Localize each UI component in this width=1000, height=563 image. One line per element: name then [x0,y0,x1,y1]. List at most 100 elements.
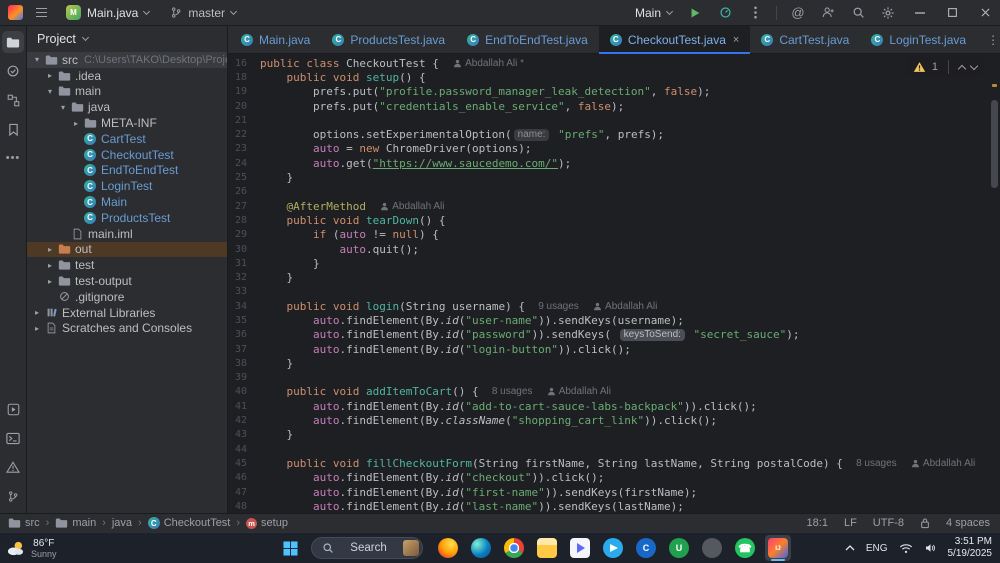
taskbar-app-chrome[interactable] [501,535,527,561]
tree-item-test[interactable]: ▸ test [27,257,227,273]
tree-item-main[interactable]: ▾ main [27,84,227,100]
start-button[interactable] [277,535,303,561]
tree-item-test-output[interactable]: ▸ test-output [27,273,227,289]
code-line[interactable]: 32 } [228,270,1000,284]
line-number[interactable]: 32 [228,272,260,283]
chevron-down-icon[interactable]: ▾ [57,103,69,112]
services-tool-icon[interactable] [2,398,24,420]
taskbar-app-intellij[interactable]: IJ [765,535,791,561]
weather-widget[interactable]: 86°F Sunny [6,535,57,562]
taskbar-app-c-app[interactable]: C [633,535,659,561]
chevron-right-icon[interactable]: ▸ [70,119,82,128]
code-line[interactable]: 33 [228,285,1000,299]
code-line[interactable]: 19 prefs.put("profile.password_manager_l… [228,85,1000,99]
tree-item-main-iml[interactable]: main.iml [27,226,227,242]
code-line[interactable]: 35 auto .findElement(By. id("user-name")).… [228,313,1000,327]
project-panel-header[interactable]: Project [27,26,227,52]
breadcrumb-checkouttest[interactable]: C CheckoutTest [147,517,230,529]
tree-item-main[interactable]: C Main [27,194,227,210]
tree-item-checkouttest[interactable]: C CheckoutTest [27,147,227,163]
code-line[interactable]: 18 public void setup() { [228,70,1000,84]
chevron-right-icon[interactable]: ▸ [31,308,43,317]
tab-carttest-java[interactable]: C CartTest.java [750,26,860,53]
code-line[interactable]: 36 auto .findElement(By. id("password")).s… [228,328,1000,342]
line-number[interactable]: 33 [228,286,260,297]
tree-item-endtoendtest[interactable]: C EndToEndTest [27,163,227,179]
breadcrumb-java[interactable]: java [112,517,132,529]
previous-problem-icon[interactable] [957,64,967,73]
version-control-tool-icon[interactable] [2,485,24,507]
line-number[interactable]: 43 [228,429,260,440]
code-line[interactable]: 26 [228,185,1000,199]
taskbar-app-u-app[interactable]: U [666,535,692,561]
line-separator[interactable]: LF [844,517,857,529]
code-line[interactable]: 45 public void fillCheckoutForm (String f… [228,456,1000,470]
code-line[interactable]: 16 public class CheckoutTest { Abdallah A… [228,56,1000,70]
hidden-icons-chevron-icon[interactable] [845,545,855,551]
code-line[interactable]: 38 } [228,356,1000,370]
project-widget[interactable]: M Main.java [60,2,155,23]
breadcrumb-main[interactable]: main [55,517,96,529]
line-number[interactable]: 35 [228,315,260,326]
line-number[interactable]: 34 [228,301,260,312]
code-line[interactable]: 39 [228,371,1000,385]
line-number[interactable]: 47 [228,487,260,498]
code-line[interactable]: 46 auto .findElement(By. id("checkout")).c… [228,471,1000,485]
structure-tool-icon[interactable] [2,89,24,111]
tree-item-meta-inf[interactable]: ▸ META-INF [27,115,227,131]
code-line[interactable]: 31 } [228,256,1000,270]
main-menu-button[interactable] [32,4,51,22]
line-number[interactable]: 44 [228,444,260,455]
settings-icon[interactable] [875,1,901,25]
line-number[interactable]: 37 [228,344,260,355]
indent-setting[interactable]: 4 spaces [946,517,990,529]
breadcrumb-src[interactable]: src [8,517,40,529]
close-button[interactable] [971,0,1000,26]
chevron-right-icon[interactable]: ▸ [44,245,56,254]
chevron-down-icon[interactable]: ▾ [31,55,43,64]
tree-item-java[interactable]: ▾ java [27,99,227,115]
taskbar-clock[interactable]: 3:51 PM 5/19/2025 [948,536,993,560]
chevron-right-icon[interactable]: ▸ [31,324,43,333]
tree-item-out[interactable]: ▸ out [27,241,227,258]
code-line[interactable]: 48 auto .findElement(By. id("last-name")).… [228,499,1000,513]
code-line[interactable]: 29 if (auto != null) { [228,228,1000,242]
branch-widget[interactable]: master [164,3,242,23]
tree-item-external-libraries[interactable]: ▸ External Libraries [27,305,227,321]
tree-item-logintest[interactable]: C LoginTest [27,178,227,194]
code-line[interactable]: 47 auto .findElement(By. id("first-name"))… [228,485,1000,499]
chevron-down-icon[interactable]: ▾ [44,87,56,96]
code-line[interactable]: 23 auto = new ChromeDriver(options); [228,142,1000,156]
taskbar-app-explorer[interactable] [534,535,560,561]
line-number[interactable]: 45 [228,458,260,469]
language-indicator[interactable]: ENG [866,543,888,554]
taskbar-app-gimp[interactable] [699,535,725,561]
line-number[interactable]: 40 [228,386,260,397]
chevron-right-icon[interactable]: ▸ [44,71,56,80]
maximize-button[interactable] [938,0,967,26]
taskbar-app-telegram[interactable] [600,535,626,561]
line-number[interactable]: 24 [228,158,260,169]
volume-icon[interactable] [924,542,937,554]
line-number[interactable]: 19 [228,86,260,97]
code-line[interactable]: 41 auto .findElement(By. id("add-to-cart-s… [228,399,1000,413]
line-number[interactable]: 30 [228,244,260,255]
project-tool-icon[interactable] [2,31,24,53]
line-number[interactable]: 46 [228,472,260,483]
code-line[interactable]: 40 public void addItemToCart() { 8 usage… [228,385,1000,399]
editor-scrollbar[interactable] [991,100,998,188]
line-number[interactable]: 31 [228,258,260,269]
taskbar-app-edge[interactable] [468,535,494,561]
code-line[interactable]: 28 public void tearDown() { [228,213,1000,227]
tree-item-gitignore[interactable]: .gitignore [27,289,227,305]
wifi-icon[interactable] [899,543,913,554]
taskbar-app-whatsapp[interactable]: ☎ [732,535,758,561]
tree-item-carttest[interactable]: C CartTest [27,131,227,147]
file-encoding[interactable]: UTF-8 [873,517,904,529]
tab-productstest-java[interactable]: C ProductsTest.java [321,26,456,53]
taskbar-app-media-player[interactable] [567,535,593,561]
problems-tool-icon[interactable] [2,456,24,478]
code-editor[interactable]: 16 public class CheckoutTest { Abdallah A… [228,54,1000,513]
code-line[interactable]: 22 options.setExperimentalOption(name: "… [228,127,1000,141]
taskbar-search[interactable]: Search [311,537,423,559]
